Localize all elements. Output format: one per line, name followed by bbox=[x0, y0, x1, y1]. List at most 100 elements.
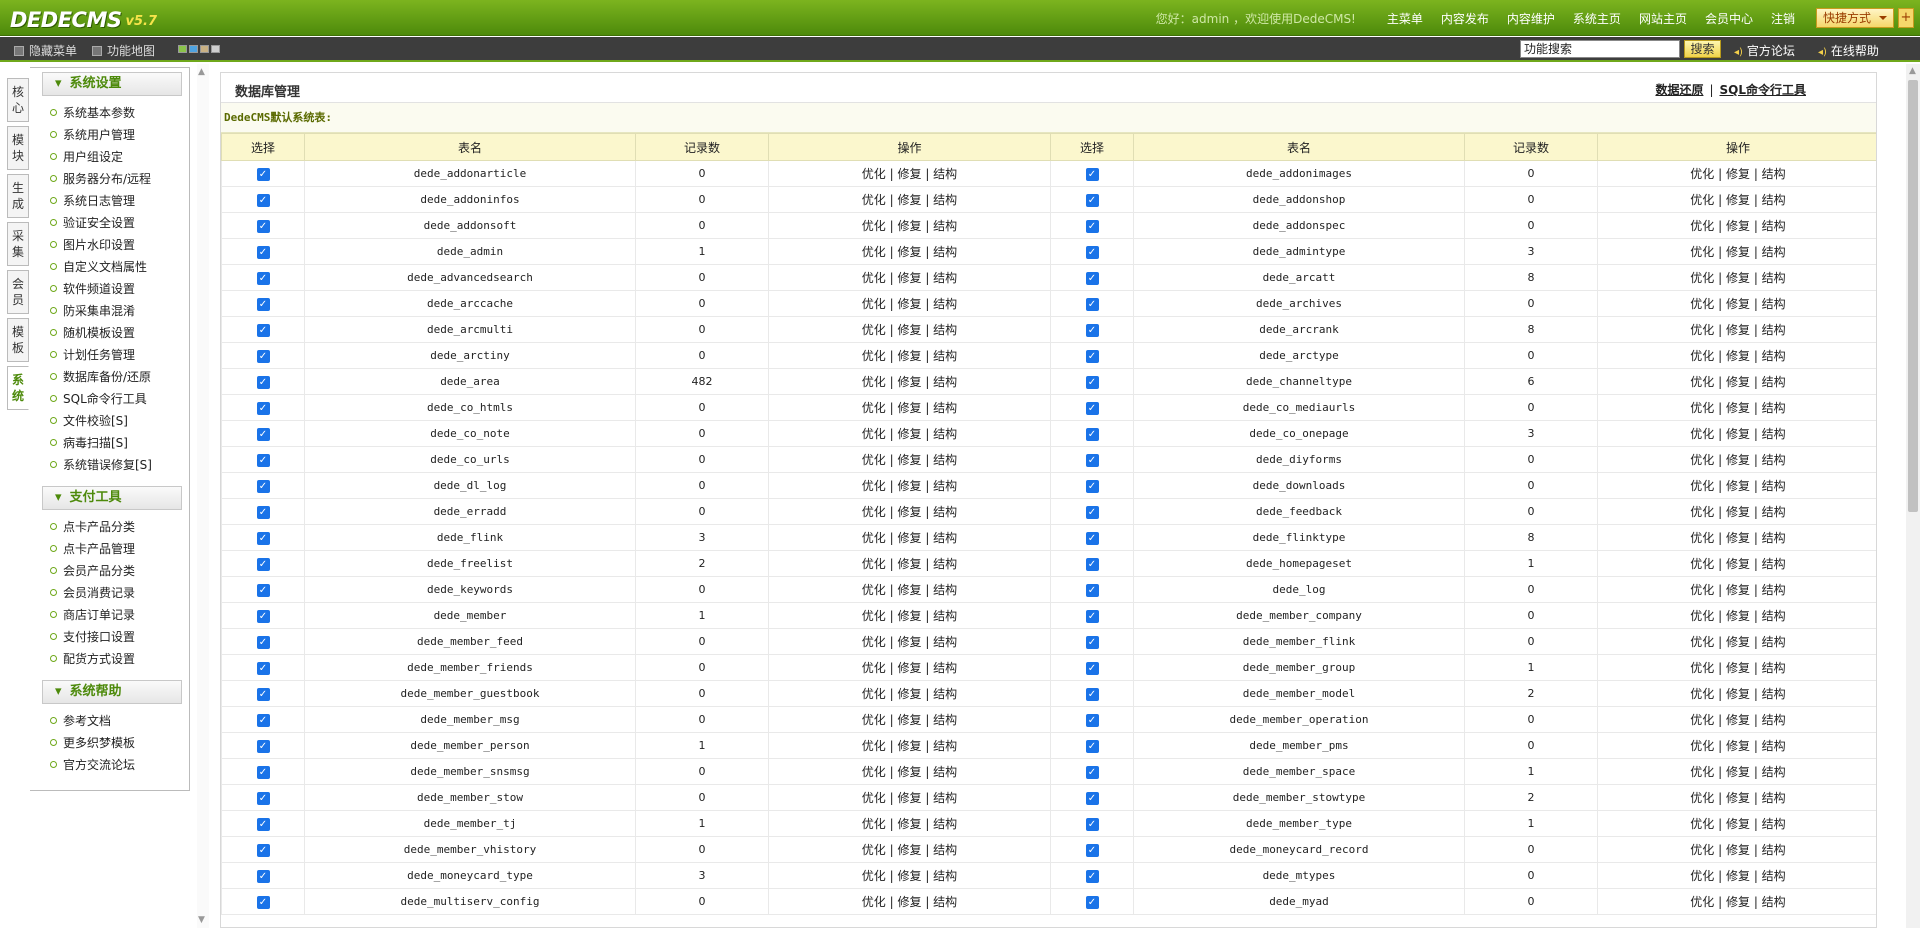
optimize-link[interactable]: 优化 bbox=[862, 609, 886, 623]
menu-item[interactable]: 点卡产品管理 bbox=[30, 538, 189, 560]
repair-link[interactable]: 修复 bbox=[1726, 349, 1750, 363]
select-checkbox[interactable]: ✓ bbox=[1085, 687, 1099, 701]
select-checkbox[interactable]: ✓ bbox=[1085, 427, 1099, 441]
optimize-link[interactable]: 优化 bbox=[862, 869, 886, 883]
repair-link[interactable]: 修复 bbox=[1726, 531, 1750, 545]
menu-item[interactable]: 软件频道设置 bbox=[30, 278, 189, 300]
structure-link[interactable]: 结构 bbox=[933, 479, 957, 493]
select-checkbox[interactable]: ✓ bbox=[1085, 739, 1099, 753]
function-map-button[interactable]: 功能地图 bbox=[92, 42, 155, 59]
optimize-link[interactable]: 优化 bbox=[862, 323, 886, 337]
repair-link[interactable]: 修复 bbox=[1726, 453, 1750, 467]
menu-item[interactable]: 计划任务管理 bbox=[30, 344, 189, 366]
select-checkbox[interactable]: ✓ bbox=[256, 583, 270, 597]
optimize-link[interactable]: 优化 bbox=[1690, 635, 1714, 649]
repair-link[interactable]: 修复 bbox=[897, 713, 921, 727]
optimize-link[interactable]: 优化 bbox=[1690, 531, 1714, 545]
optimize-link[interactable]: 优化 bbox=[862, 739, 886, 753]
select-checkbox[interactable]: ✓ bbox=[256, 791, 270, 805]
optimize-link[interactable]: 优化 bbox=[1690, 687, 1714, 701]
select-checkbox[interactable]: ✓ bbox=[1085, 895, 1099, 909]
structure-link[interactable]: 结构 bbox=[1762, 323, 1786, 337]
menu-item[interactable]: 文件校验[S] bbox=[30, 410, 189, 432]
repair-link[interactable]: 修复 bbox=[1726, 271, 1750, 285]
structure-link[interactable]: 结构 bbox=[1762, 635, 1786, 649]
repair-link[interactable]: 修复 bbox=[897, 375, 921, 389]
repair-link[interactable]: 修复 bbox=[897, 427, 921, 441]
structure-link[interactable]: 结构 bbox=[1762, 245, 1786, 259]
select-checkbox[interactable]: ✓ bbox=[1085, 193, 1099, 207]
structure-link[interactable]: 结构 bbox=[933, 635, 957, 649]
select-checkbox[interactable]: ✓ bbox=[256, 869, 270, 883]
structure-link[interactable]: 结构 bbox=[933, 843, 957, 857]
optimize-link[interactable]: 优化 bbox=[862, 349, 886, 363]
optimize-link[interactable]: 优化 bbox=[1690, 453, 1714, 467]
optimize-link[interactable]: 优化 bbox=[862, 219, 886, 233]
structure-link[interactable]: 结构 bbox=[933, 583, 957, 597]
optimize-link[interactable]: 优化 bbox=[862, 765, 886, 779]
structure-link[interactable]: 结构 bbox=[1762, 583, 1786, 597]
select-checkbox[interactable]: ✓ bbox=[1085, 375, 1099, 389]
sidebar-scrollbar[interactable]: ▲ ▼ bbox=[197, 64, 209, 928]
repair-link[interactable]: 修复 bbox=[897, 635, 921, 649]
repair-link[interactable]: 修复 bbox=[897, 557, 921, 571]
select-checkbox[interactable]: ✓ bbox=[1085, 401, 1099, 415]
structure-link[interactable]: 结构 bbox=[1762, 843, 1786, 857]
select-checkbox[interactable]: ✓ bbox=[256, 531, 270, 545]
menu-item[interactable]: 随机模板设置 bbox=[30, 322, 189, 344]
repair-link[interactable]: 修复 bbox=[1726, 895, 1750, 909]
structure-link[interactable]: 结构 bbox=[1762, 219, 1786, 233]
optimize-link[interactable]: 优化 bbox=[1690, 505, 1714, 519]
structure-link[interactable]: 结构 bbox=[1762, 427, 1786, 441]
tab-member[interactable]: 会员 bbox=[7, 270, 29, 314]
quick-menu-dropdown[interactable]: 快捷方式 bbox=[1815, 8, 1894, 28]
optimize-link[interactable]: 优化 bbox=[1690, 583, 1714, 597]
tab-core[interactable]: 核心 bbox=[7, 78, 29, 122]
select-checkbox[interactable]: ✓ bbox=[1085, 349, 1099, 363]
optimize-link[interactable]: 优化 bbox=[862, 817, 886, 831]
optimize-link[interactable]: 优化 bbox=[862, 791, 886, 805]
repair-link[interactable]: 修复 bbox=[1726, 323, 1750, 337]
structure-link[interactable]: 结构 bbox=[1762, 271, 1786, 285]
repair-link[interactable]: 修复 bbox=[897, 479, 921, 493]
menu-item[interactable]: 系统错误修复[S] bbox=[30, 454, 189, 476]
optimize-link[interactable]: 优化 bbox=[862, 401, 886, 415]
optimize-link[interactable]: 优化 bbox=[862, 297, 886, 311]
select-checkbox[interactable]: ✓ bbox=[1085, 791, 1099, 805]
select-checkbox[interactable]: ✓ bbox=[1085, 167, 1099, 181]
select-checkbox[interactable]: ✓ bbox=[256, 453, 270, 467]
repair-link[interactable]: 修复 bbox=[1726, 817, 1750, 831]
structure-link[interactable]: 结构 bbox=[1762, 193, 1786, 207]
select-checkbox[interactable]: ✓ bbox=[1085, 635, 1099, 649]
repair-link[interactable]: 修复 bbox=[897, 271, 921, 285]
structure-link[interactable]: 结构 bbox=[933, 193, 957, 207]
menu-item[interactable]: 防采集串混淆 bbox=[30, 300, 189, 322]
select-checkbox[interactable]: ✓ bbox=[256, 349, 270, 363]
select-checkbox[interactable]: ✓ bbox=[256, 167, 270, 181]
select-checkbox[interactable]: ✓ bbox=[256, 687, 270, 701]
repair-link[interactable]: 修复 bbox=[897, 609, 921, 623]
menu-item[interactable]: 图片水印设置 bbox=[30, 234, 189, 256]
optimize-link[interactable]: 优化 bbox=[862, 635, 886, 649]
tab-module[interactable]: 模块 bbox=[7, 126, 29, 170]
optimize-link[interactable]: 优化 bbox=[1690, 349, 1714, 363]
select-checkbox[interactable]: ✓ bbox=[1085, 297, 1099, 311]
select-checkbox[interactable]: ✓ bbox=[256, 375, 270, 389]
structure-link[interactable]: 结构 bbox=[1762, 661, 1786, 675]
repair-link[interactable]: 修复 bbox=[1726, 297, 1750, 311]
menu-item[interactable]: 系统日志管理 bbox=[30, 190, 189, 212]
repair-link[interactable]: 修复 bbox=[897, 349, 921, 363]
structure-link[interactable]: 结构 bbox=[1762, 167, 1786, 181]
select-checkbox[interactable]: ✓ bbox=[256, 297, 270, 311]
structure-link[interactable]: 结构 bbox=[933, 765, 957, 779]
hide-menu-button[interactable]: 隐藏菜单 bbox=[14, 42, 77, 59]
repair-link[interactable]: 修复 bbox=[897, 843, 921, 857]
menu-item[interactable]: 系统基本参数 bbox=[30, 102, 189, 124]
optimize-link[interactable]: 优化 bbox=[862, 245, 886, 259]
optimize-link[interactable]: 优化 bbox=[1690, 219, 1714, 233]
repair-link[interactable]: 修复 bbox=[1726, 791, 1750, 805]
repair-link[interactable]: 修复 bbox=[897, 531, 921, 545]
optimize-link[interactable]: 优化 bbox=[1690, 661, 1714, 675]
structure-link[interactable]: 结构 bbox=[933, 661, 957, 675]
optimize-link[interactable]: 优化 bbox=[862, 531, 886, 545]
